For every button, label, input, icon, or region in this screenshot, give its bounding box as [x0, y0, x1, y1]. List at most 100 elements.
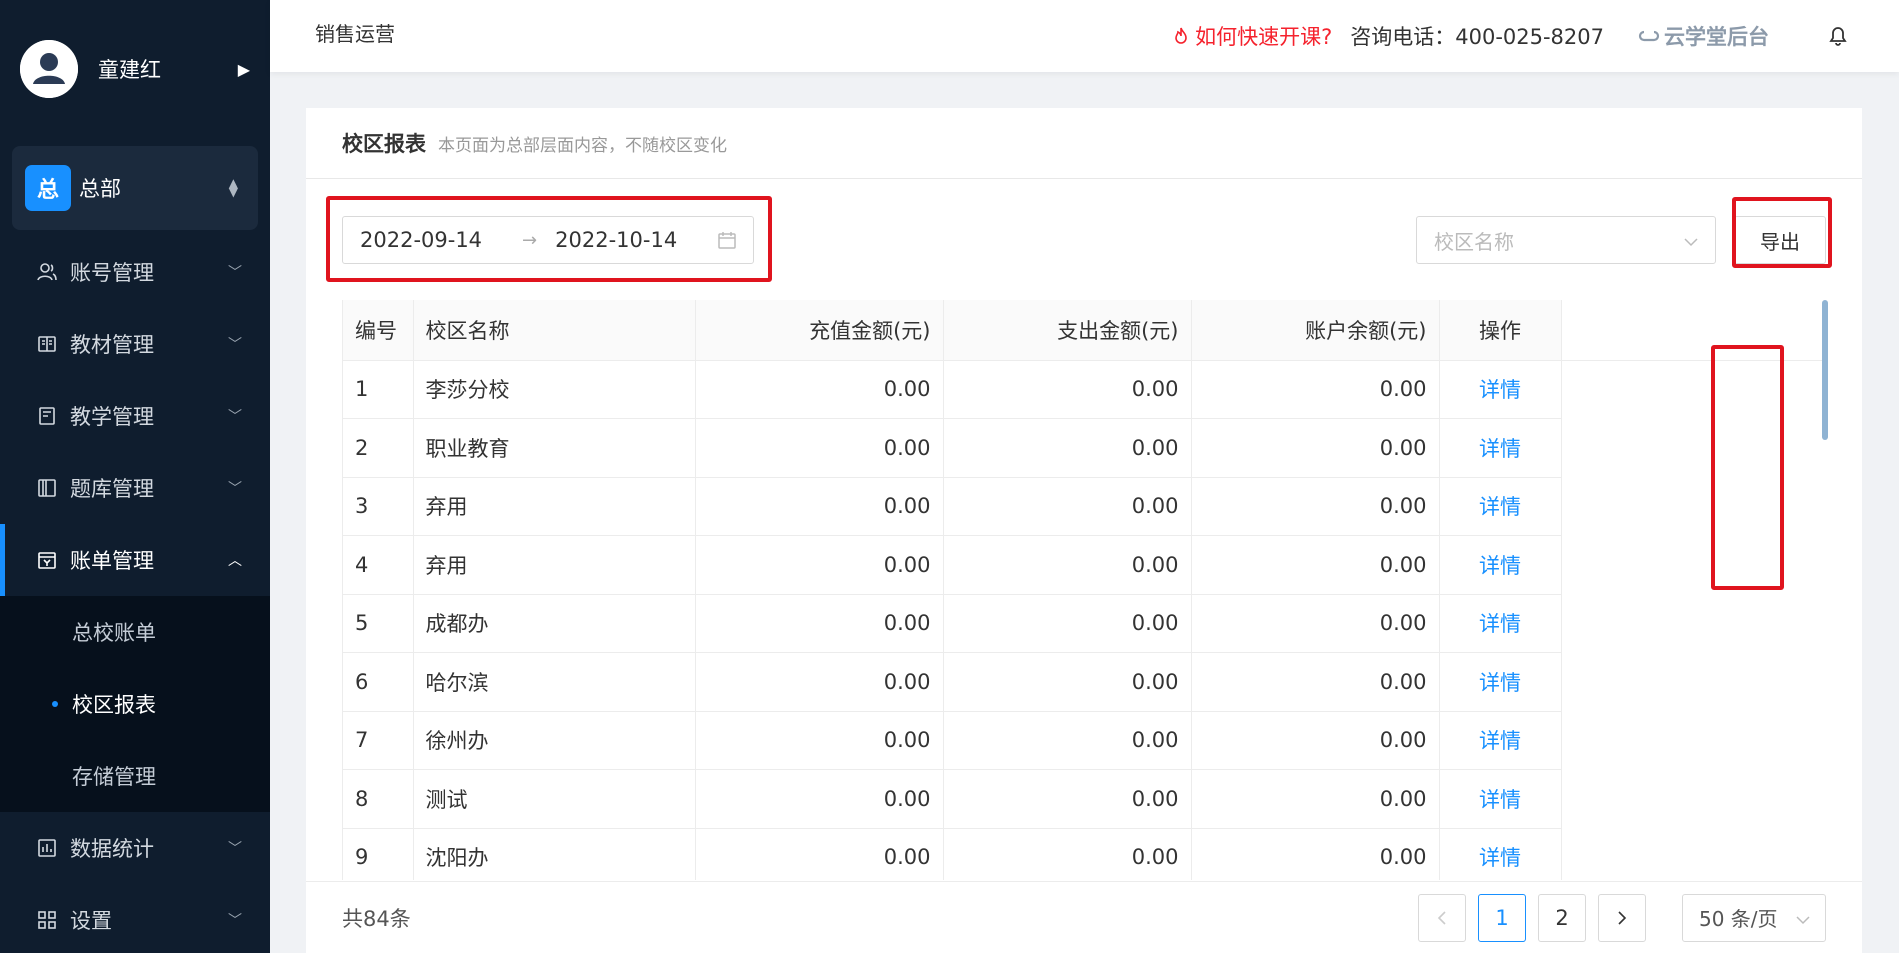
sidebar-subitem-storage[interactable]: 存储管理 [0, 740, 270, 812]
cell-action: 详情 [1439, 418, 1562, 478]
cell-recharge: 0.00 [695, 535, 944, 595]
sidebar-item-materials[interactable]: 教材管理 ﹀ [0, 308, 270, 380]
cell-name: 李莎分校 [413, 360, 696, 419]
quick-start-link[interactable]: 如何快速开课? [1171, 21, 1332, 51]
chevron-down-icon: ﹀ [228, 913, 242, 929]
cell-expense: 0.00 [943, 594, 1192, 653]
detail-link[interactable]: 详情 [1479, 378, 1521, 402]
sidebar-item-billing[interactable]: 账单管理 ︿ [0, 524, 270, 596]
column-header-balance: 账户余额(元) [1191, 300, 1440, 361]
cell-spacer [1561, 419, 1822, 478]
user-profile[interactable]: 童建红 ▶ [0, 0, 270, 138]
bell-icon[interactable] [1829, 26, 1847, 46]
header-title: 销售运营 [315, 21, 395, 46]
chevron-down-icon: ﹀ [228, 265, 242, 281]
cell-action: 详情 [1439, 535, 1562, 595]
flame-icon [1175, 27, 1187, 44]
sidebar-item-account[interactable]: 账号管理 ﹀ [0, 236, 270, 308]
column-header-spacer [1561, 300, 1822, 361]
date-range-picker[interactable]: 2022-09-14 → 2022-10-14 [342, 216, 754, 264]
sidebar-item-label: 教材管理 [70, 333, 154, 357]
sidebar-item-label: 题库管理 [70, 477, 154, 501]
column-header-name: 校区名称 [413, 300, 696, 361]
cell-recharge: 0.00 [695, 828, 944, 880]
total-count: 共84条 [342, 906, 411, 931]
sidebar-item-statistics[interactable]: 数据统计 ﹀ [0, 812, 270, 884]
cell-id: 7 [343, 711, 414, 770]
org-name: 总部 [79, 177, 121, 201]
cell-name: 哈尔滨 [413, 652, 696, 712]
page-button-1[interactable]: 1 [1478, 893, 1526, 942]
cell-spacer [1561, 594, 1822, 653]
table-header-row: 编号 校区名称 充值金额(元) 支出金额(元) 账户余额(元) 操作 [343, 300, 1822, 361]
cell-balance: 0.00 [1191, 652, 1440, 712]
column-header-action: 操作 [1439, 300, 1562, 361]
library-icon [36, 477, 58, 499]
bill-icon [36, 549, 58, 571]
page-size-select[interactable]: 50 条/页 [1682, 893, 1826, 942]
detail-link[interactable]: 详情 [1479, 846, 1521, 870]
next-page-button[interactable] [1598, 893, 1646, 942]
cell-id: 3 [343, 477, 414, 536]
cell-spacer [1561, 653, 1822, 712]
org-switcher[interactable]: 总 总部 ▲ ▼ [12, 146, 258, 230]
page-title: 校区报表 [342, 132, 426, 156]
cell-id: 1 [343, 360, 414, 419]
sidebar-item-question-bank[interactable]: 题库管理 ﹀ [0, 452, 270, 524]
table-row: 8 测试 0.00 0.00 0.00 详情 [343, 769, 1822, 829]
sidebar-item-settings[interactable]: 设置 ﹀ [0, 884, 270, 953]
cell-name: 职业教育 [413, 418, 696, 478]
cell-name: 成都办 [413, 594, 696, 653]
detail-link[interactable]: 详情 [1479, 554, 1521, 578]
sidebar-subitem-campus-report[interactable]: 校区报表 [0, 668, 270, 740]
page-button-2[interactable]: 2 [1538, 893, 1586, 942]
detail-link[interactable]: 详情 [1479, 729, 1521, 753]
detail-link[interactable]: 详情 [1479, 495, 1521, 519]
detail-link[interactable]: 详情 [1479, 612, 1521, 636]
hotline-text: 咨询电话：400-025-8207 [1350, 25, 1604, 49]
cell-name: 弃用 [413, 477, 696, 536]
notebook-icon [36, 405, 58, 427]
chevron-down-icon: ﹀ [228, 841, 242, 857]
cell-recharge: 0.00 [695, 711, 944, 770]
chart-icon [36, 837, 58, 859]
brand-name: 云学堂后台 [1664, 25, 1769, 49]
detail-link[interactable]: 详情 [1479, 437, 1521, 461]
detail-link[interactable]: 详情 [1479, 788, 1521, 812]
quick-start-label: 如何快速开课? [1195, 25, 1333, 49]
prev-page-button[interactable] [1418, 893, 1466, 942]
date-start[interactable]: 2022-09-14 [360, 228, 482, 252]
chevron-left-icon [1437, 910, 1446, 925]
school-name-select[interactable]: 校区名称 [1416, 216, 1716, 264]
caret-right-icon[interactable]: ▶ [238, 60, 250, 79]
pagination-bar: 共84条 1 2 50 条/页 [306, 881, 1862, 953]
table-row: 4 弃用 0.00 0.00 0.00 详情 [343, 535, 1822, 595]
sidebar-subitem-hq-bill[interactable]: 总校账单 [0, 596, 270, 668]
cell-recharge: 0.00 [695, 360, 944, 419]
cell-action: 详情 [1439, 360, 1562, 419]
cell-balance: 0.00 [1191, 594, 1440, 653]
card-header: 校区报表 本页面为总部层面内容，不随校区变化 [306, 108, 1862, 179]
table-scrollbar[interactable] [1822, 300, 1828, 440]
cell-spacer [1561, 770, 1822, 829]
cell-action: 详情 [1439, 477, 1562, 536]
cell-name: 沈阳办 [413, 828, 696, 880]
cell-expense: 0.00 [943, 769, 1192, 829]
pagination: 1 2 50 条/页 [1406, 893, 1826, 942]
export-button[interactable]: 导出 [1734, 216, 1826, 264]
book-open-icon [36, 333, 58, 355]
date-end[interactable]: 2022-10-14 [555, 228, 677, 252]
detail-link[interactable]: 详情 [1479, 671, 1521, 695]
cell-id: 2 [343, 418, 414, 478]
cell-action: 详情 [1439, 769, 1562, 829]
column-header-id: 编号 [343, 300, 414, 361]
sidebar-item-teaching[interactable]: 教学管理 ﹀ [0, 380, 270, 452]
cell-balance: 0.00 [1191, 769, 1440, 829]
active-dot [52, 701, 58, 707]
report-table: 编号 校区名称 充值金额(元) 支出金额(元) 账户余额(元) 操作 1 李莎分校… [343, 300, 1822, 880]
column-header-recharge: 充值金额(元) [695, 300, 944, 361]
sidebar-item-label: 数据统计 [70, 837, 154, 861]
table-row: 2 职业教育 0.00 0.00 0.00 详情 [343, 418, 1822, 478]
cell-recharge: 0.00 [695, 652, 944, 712]
cell-recharge: 0.00 [695, 594, 944, 653]
